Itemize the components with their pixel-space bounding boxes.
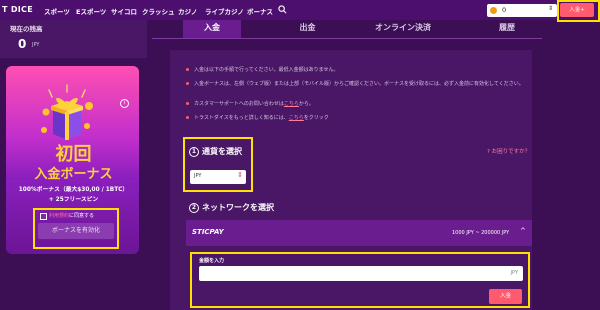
bonus-free-spins: + 25フリースピン: [48, 197, 99, 203]
nav-link-dice[interactable]: サイコロ: [111, 6, 137, 16]
submit-deposit-button[interactable]: 入金: [489, 289, 522, 304]
terms-checkbox-label: 利用規約に同意する: [49, 212, 94, 219]
bonus-title-deposit: 入金ボーナス: [34, 167, 113, 182]
bullet-icon: [186, 116, 189, 119]
amount-input[interactable]: JPY: [199, 266, 523, 281]
tab-divider: [152, 38, 542, 39]
note-about: トラストダイスをもっと詳しく知るには、こちらをクリック: [186, 114, 329, 121]
bullet-icon: [186, 68, 189, 71]
note-support: カスタマーサポートへのお問い合わせはこちらから。: [186, 100, 314, 107]
tab-deposit[interactable]: 入金: [183, 20, 241, 38]
search-icon[interactable]: [278, 5, 287, 14]
wallet-selector[interactable]: 0 ⇕: [487, 4, 557, 17]
balance-unit: JPY: [32, 42, 40, 48]
note-steps: 入金は以下の手順で行ってください。最低入金額はありません。: [186, 66, 338, 73]
nav-link-esports[interactable]: Eスポーツ: [76, 6, 106, 16]
bullet-icon: [186, 102, 189, 105]
bullet-icon: [186, 82, 189, 85]
activate-bonus-button[interactable]: ボーナスを有効化: [38, 223, 114, 239]
step2-title: 2 ネットワークを選択: [189, 202, 274, 213]
currency-value: JPY: [194, 173, 202, 179]
wallet-balance: 0: [502, 6, 507, 14]
nav-link-live-casino[interactable]: ライブカジノ: [205, 6, 244, 16]
payment-range: 1000 JPY ~ 200000 JPY: [452, 230, 510, 236]
nav-link-crash[interactable]: クラッシュ: [142, 6, 175, 16]
terms-link[interactable]: 利用規約: [49, 213, 69, 219]
tab-withdraw[interactable]: 出金: [270, 20, 345, 38]
gift-box-icon: [41, 84, 93, 140]
balance-value: 0: [18, 37, 27, 51]
step-number: 1: [189, 147, 199, 157]
chevron-up-down-icon: ⇕: [547, 5, 553, 12]
coin-icon: [490, 7, 497, 14]
tab-online-payment[interactable]: オンライン決済: [348, 20, 458, 38]
amount-unit: JPY: [510, 270, 518, 276]
currency-select[interactable]: JPY ⇕: [190, 170, 246, 184]
support-link[interactable]: こちら: [284, 101, 299, 107]
tab-history[interactable]: 履歴: [472, 20, 542, 38]
chevron-up-down-icon: ⇕: [237, 171, 243, 179]
bonus-description: 100%ボーナス（最大$30,00 / 1BTC）: [18, 187, 129, 193]
nav-link-bonus[interactable]: ボーナス: [247, 6, 273, 16]
nav-link-casino[interactable]: カジノ: [178, 6, 197, 16]
nav-link-sports[interactable]: スポーツ: [44, 6, 70, 16]
step1-title: 1 通貨を選択: [189, 146, 242, 157]
terms-checkbox[interactable]: [40, 213, 47, 220]
note-bonus: 入金ボーナスは、左側（ウェブ版）または上部（モバイル版）からご確認ください。ボー…: [186, 80, 524, 87]
help-link[interactable]: ? お困りですか？: [487, 147, 530, 155]
balance-label: 現在の残高: [10, 25, 43, 33]
step-number: 2: [189, 203, 199, 213]
amount-label: 金額を入力: [199, 258, 225, 264]
chevron-up-icon[interactable]: ^: [520, 227, 526, 235]
question-icon: ?: [487, 149, 490, 155]
deposit-button[interactable]: 入金+: [560, 3, 594, 17]
sticpay-logo: STICPAY: [192, 228, 224, 236]
info-icon[interactable]: i: [120, 99, 129, 108]
terms-suffix: に同意する: [69, 213, 95, 219]
about-link[interactable]: こちら: [289, 115, 304, 121]
logo[interactable]: T DICE: [2, 5, 33, 14]
